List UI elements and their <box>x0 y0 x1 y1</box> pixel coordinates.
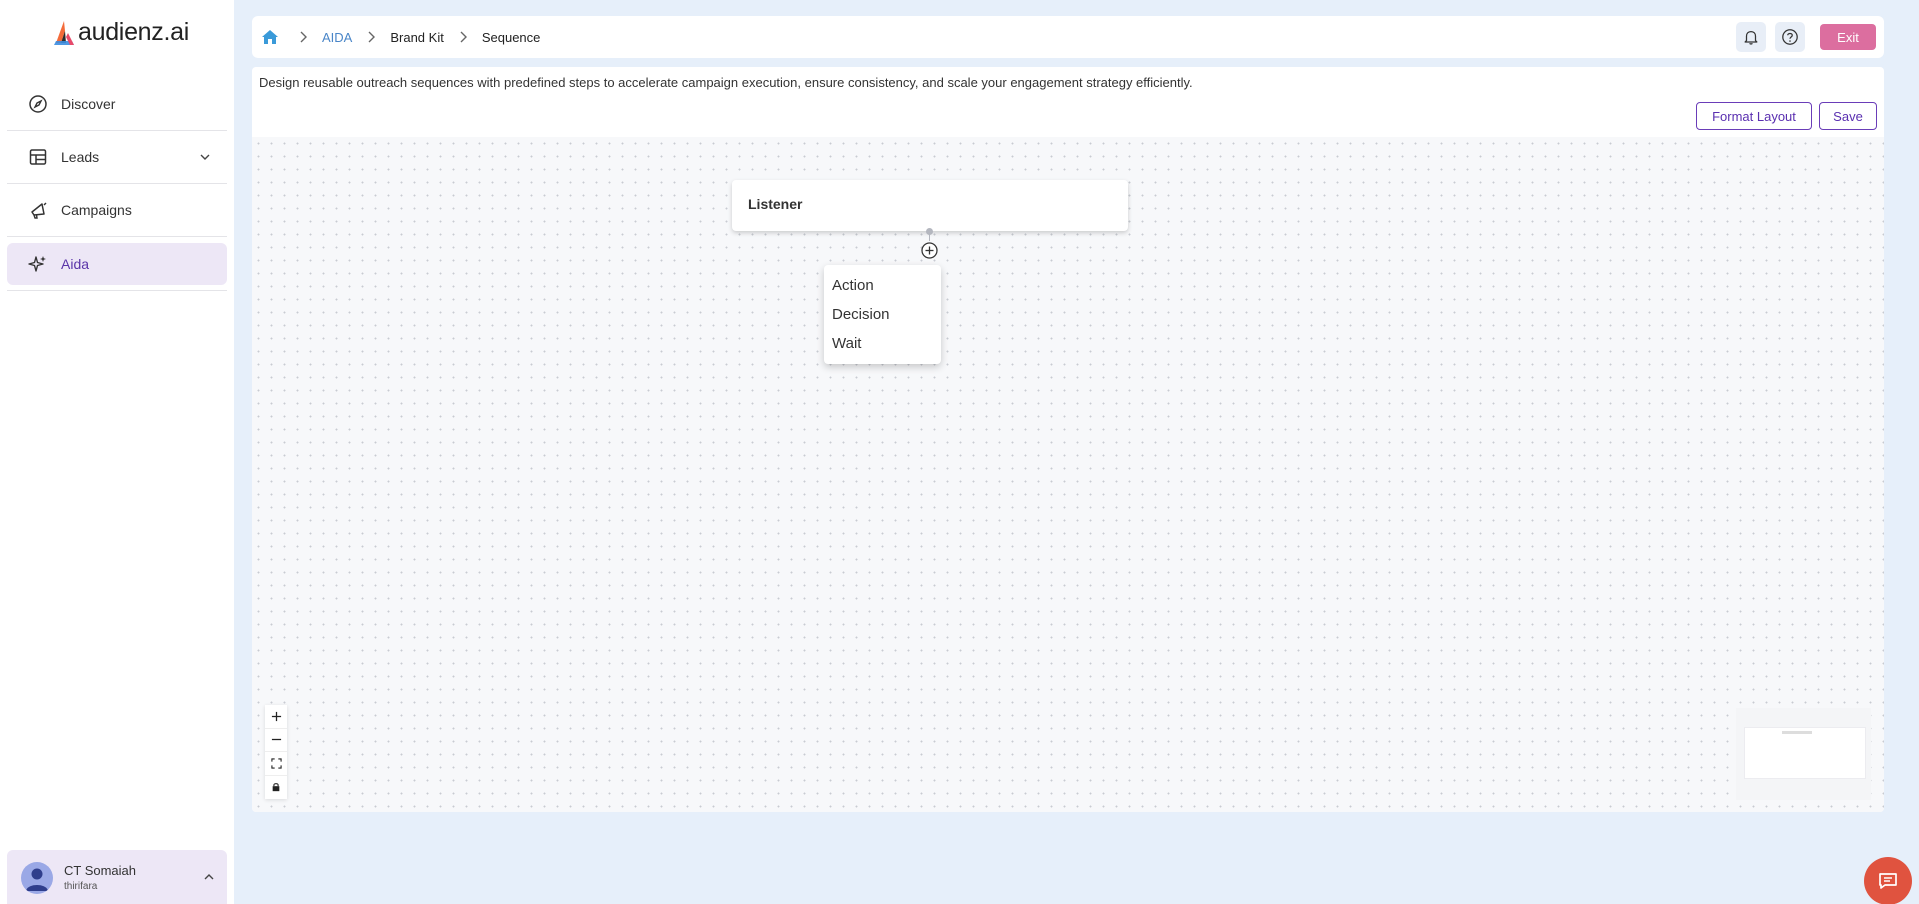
page-description: Design reusable outreach sequences with … <box>259 75 1193 90</box>
minimap-node <box>1782 731 1812 734</box>
sparkles-icon <box>28 256 46 272</box>
chat-button[interactable] <box>1864 857 1912 904</box>
sequence-editor: Design reusable outreach sequences with … <box>252 67 1884 812</box>
exit-button[interactable]: Exit <box>1820 24 1876 50</box>
plus-icon <box>271 711 281 721</box>
user-menu[interactable]: CT Somaiah thirifara <box>7 850 227 904</box>
sidebar-nav: Discover Leads Campaigns Aida <box>0 78 234 291</box>
sidebar-item-leads[interactable]: Leads <box>7 131 227 184</box>
logo-mark-icon <box>54 20 74 45</box>
breadcrumb-sequence: Sequence <box>481 29 541 45</box>
sidebar-item-label: Leads <box>61 149 100 165</box>
nav-divider <box>7 285 227 291</box>
megaphone-icon <box>31 202 47 219</box>
help-button[interactable] <box>1775 22 1805 52</box>
sidebar-item-aida[interactable]: Aida <box>7 243 227 285</box>
user-name: CT Somaiah <box>64 863 137 878</box>
node-edge <box>929 232 930 241</box>
chevron-up-icon[interactable] <box>203 871 215 883</box>
node-title: Listener <box>748 196 803 212</box>
home-icon[interactable] <box>260 27 280 47</box>
chevron-right-icon <box>460 31 467 43</box>
top-header: AIDA Brand Kit Sequence Exit <box>252 16 1884 58</box>
menu-item-decision[interactable]: Decision <box>824 300 941 329</box>
sidebar-item-label: Discover <box>61 96 116 112</box>
minimap-viewport <box>1744 727 1866 779</box>
breadcrumb-aida[interactable]: AIDA <box>322 30 352 45</box>
chevron-down-icon[interactable] <box>199 151 211 163</box>
canvas-controls <box>265 705 287 799</box>
user-icon <box>26 868 48 891</box>
menu-item-wait[interactable]: Wait <box>824 329 941 358</box>
avatar <box>21 862 53 894</box>
chevron-right-icon <box>368 31 376 43</box>
add-step-icon[interactable] <box>920 241 939 260</box>
minimap[interactable] <box>1736 708 1871 800</box>
breadcrumb-brand-kit[interactable]: Brand Kit <box>390 30 443 45</box>
logo[interactable]: audienz.ai <box>52 18 189 47</box>
sidebar-item-label: Campaigns <box>61 202 132 218</box>
lock-button[interactable] <box>265 776 287 800</box>
help-icon <box>1782 29 1798 45</box>
user-subtitle: thirifara <box>64 881 98 892</box>
sidebar-item-discover[interactable]: Discover <box>7 78 227 131</box>
menu-item-action[interactable]: Action <box>824 271 941 300</box>
save-button[interactable]: Save <box>1819 102 1877 130</box>
sidebar-item-campaigns[interactable]: Campaigns <box>7 184 227 237</box>
notifications-button[interactable] <box>1736 22 1766 52</box>
add-step-menu: Action Decision Wait <box>824 265 941 364</box>
chevron-right-icon <box>300 31 307 43</box>
bell-icon <box>1744 30 1758 45</box>
chat-icon <box>1879 873 1897 889</box>
sidebar-item-label: Aida <box>61 256 90 272</box>
fit-view-button[interactable] <box>265 752 287 776</box>
minus-icon <box>271 739 281 741</box>
format-layout-button[interactable]: Format Layout <box>1696 102 1812 130</box>
logo-text: audienz.ai <box>78 18 189 46</box>
listener-node[interactable]: Listener <box>732 180 1128 231</box>
flow-canvas[interactable]: Listener Action Decision Wait <box>252 137 1884 812</box>
lock-icon <box>272 783 280 792</box>
breadcrumb: AIDA Brand Kit Sequence <box>260 16 540 58</box>
table-icon <box>29 149 47 165</box>
zoom-out-button[interactable] <box>265 729 287 752</box>
compass-icon <box>29 95 47 113</box>
fit-view-icon <box>270 758 282 769</box>
zoom-in-button[interactable] <box>265 705 287 729</box>
sidebar: audienz.ai Discover Leads Campaigns Aida… <box>0 0 234 904</box>
